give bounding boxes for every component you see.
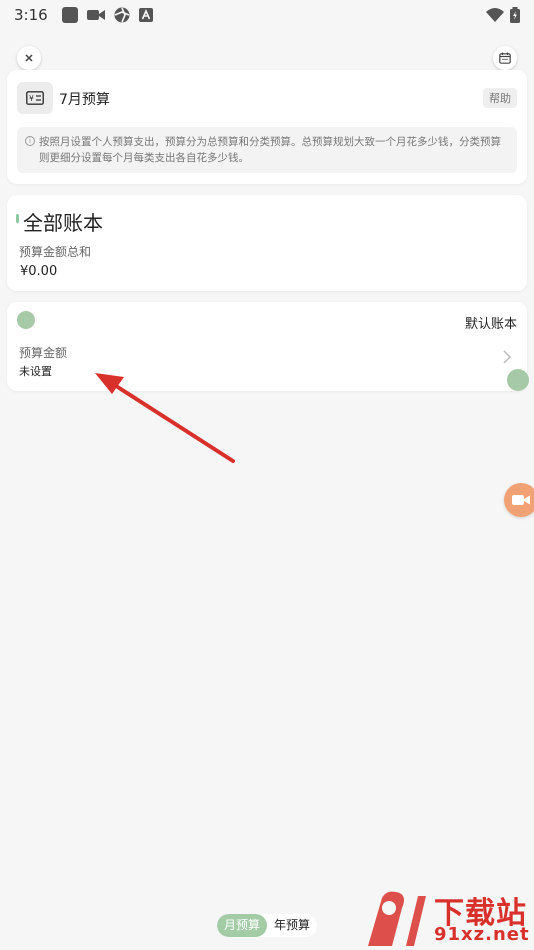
watermark-logo-icon (368, 891, 426, 946)
info-icon: i (25, 136, 35, 146)
book-avatar (17, 311, 35, 329)
floating-record-button[interactable] (504, 483, 534, 517)
watermark-avatar (507, 369, 529, 391)
calendar-button[interactable] (493, 46, 517, 70)
svg-text:¥: ¥ (29, 94, 34, 103)
wifi-icon (486, 8, 504, 22)
video-camera-icon (512, 495, 530, 505)
all-books-card[interactable]: 全部账本 预算金额总和 ¥0.00 (7, 195, 527, 291)
status-system-icons (486, 7, 520, 23)
info-box: i 按照月设置个人预算支出，预算分为总预算和分类预算。总预算规划大致一个月花多少… (17, 127, 517, 173)
status-notification-icons (61, 7, 153, 23)
battery-icon (510, 7, 520, 23)
budget-amount-value: 未设置 (19, 365, 52, 378)
default-book-name: 默认账本 (464, 317, 517, 332)
all-books-amount: ¥0.00 (20, 264, 58, 279)
calendar-icon (499, 52, 511, 64)
chevron-right-icon (503, 350, 511, 364)
all-books-title: 全部账本 (23, 211, 103, 235)
watermark-url: 91xz.net (434, 924, 530, 945)
status-bar: 3:16 (0, 0, 534, 30)
budget-card: ¥ 7月预算 帮助 i 按照月设置个人预算支出，预算分为总预算和分类预算。总预算… (7, 70, 527, 184)
video-camera-icon (86, 10, 105, 20)
default-book-card[interactable]: 默认账本 预算金额 未设置 (7, 302, 529, 391)
budget-period-toggle: 月预算 年预算 (217, 914, 318, 937)
translate-a-icon (138, 8, 153, 22)
money-card-icon: ¥ (26, 91, 44, 105)
help-button[interactable]: 帮助 (483, 88, 517, 108)
status-time: 3:16 (14, 6, 48, 24)
close-icon (25, 54, 33, 62)
app-square-icon (61, 7, 78, 23)
budget-title: 7月预算 (59, 92, 110, 108)
budget-icon-box: ¥ (17, 82, 53, 114)
accent-bar (16, 214, 19, 223)
tab-yearly-budget[interactable]: 年预算 (267, 914, 317, 937)
all-books-subtitle: 预算金额总和 (19, 245, 92, 259)
aperture-icon (114, 7, 130, 23)
info-text: 按照月设置个人预算支出，预算分为总预算和分类预算。总预算规划大致一个月花多少钱，… (39, 136, 501, 164)
budget-amount-label: 预算金额 (19, 346, 68, 360)
close-button[interactable] (17, 46, 41, 70)
tab-monthly-budget[interactable]: 月预算 (217, 914, 268, 937)
watermark: 下载站 91xz.net (362, 886, 534, 950)
